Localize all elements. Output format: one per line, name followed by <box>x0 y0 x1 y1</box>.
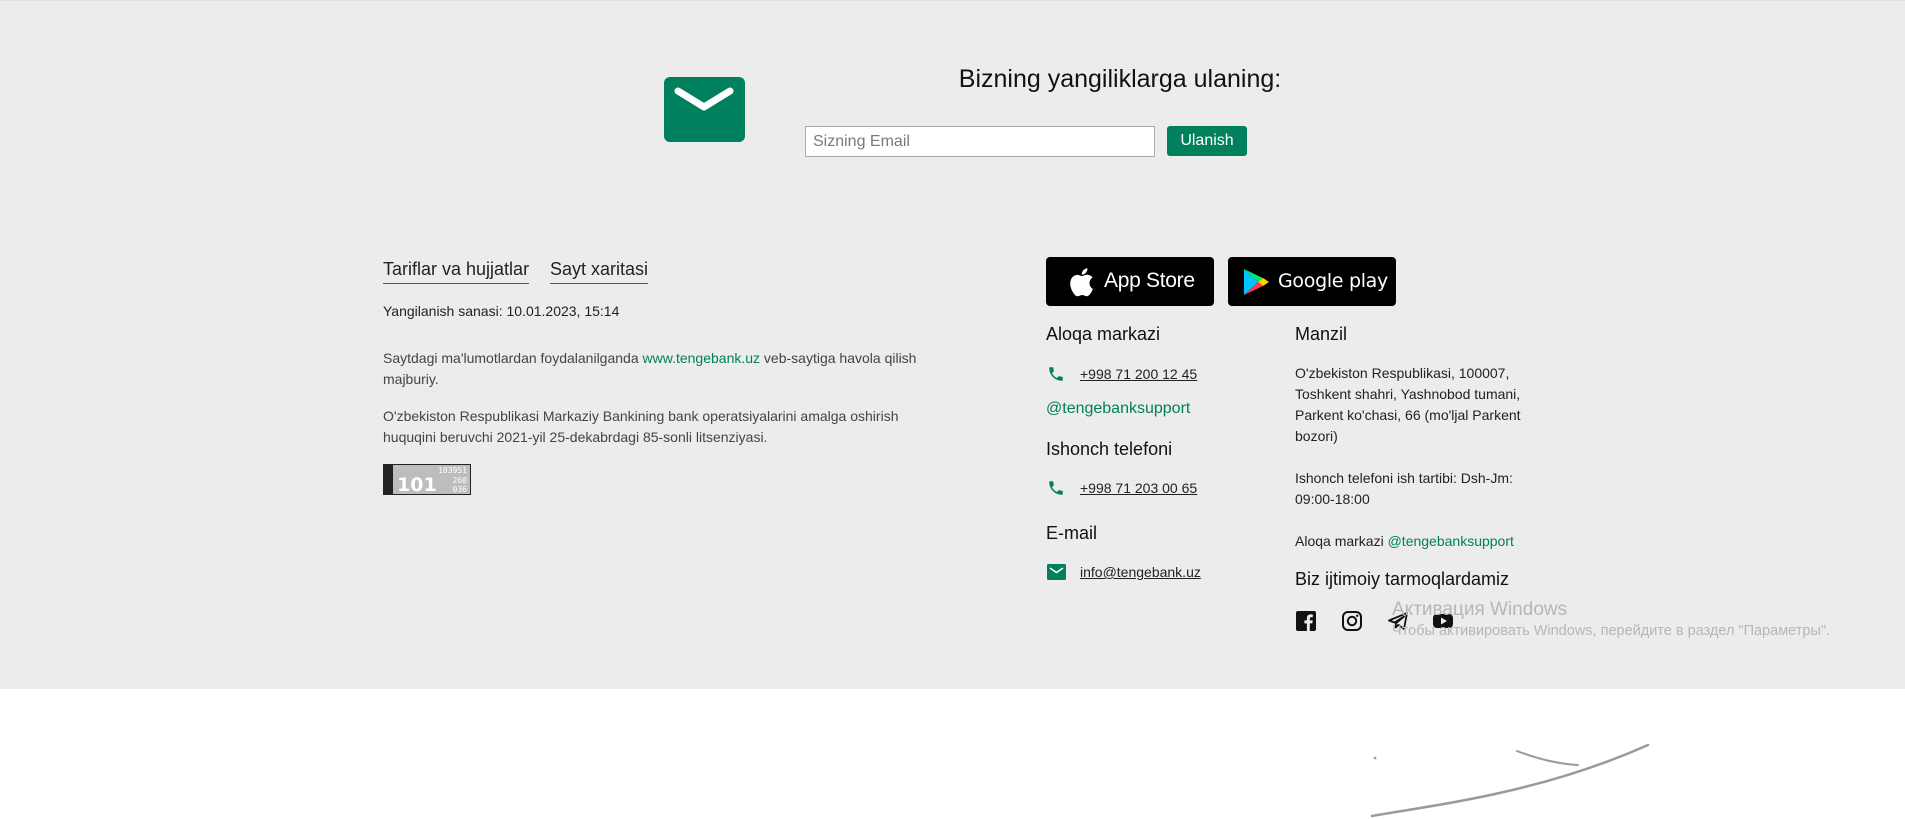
counter-bot: 036 <box>452 485 467 494</box>
app-store-label: App Store <box>1104 269 1195 292</box>
trust-phone-hours: Ishonch telefoni ish tartibi: Dsh-Jm: 09… <box>1295 470 1513 507</box>
envelope-icon <box>664 77 745 142</box>
activation-title: Активация Windows <box>1392 599 1568 620</box>
site-footer: Bizning yangiliklarga ulaning: Ulanish T… <box>0 0 1905 689</box>
counter-bar <box>384 465 393 494</box>
sitemap-link[interactable]: Sayt xaritasi <box>550 259 649 284</box>
address-call-center: Aloqa markazi @tengebanksupport <box>1295 531 1525 552</box>
apple-icon <box>1070 268 1093 297</box>
address-title: Manzil <box>1295 324 1348 344</box>
google-play-label: Google play <box>1278 270 1388 292</box>
counter-big-number: 101 <box>397 474 437 496</box>
phone-icon <box>1049 481 1063 495</box>
email-icon <box>1047 564 1066 580</box>
counter-mid: 260 <box>452 476 467 485</box>
google-play-icon <box>1244 269 1269 295</box>
google-play-button[interactable]: Google play <box>1228 257 1396 306</box>
tariffs-link[interactable]: Tariflar va hujjatlar <box>383 259 530 284</box>
call-center-phone[interactable]: +998 71 200 12 45 <box>1080 366 1197 382</box>
social-title: Biz ijtimoiy tarmoqlardamiz <box>1295 569 1510 589</box>
phone-icon <box>1049 367 1063 381</box>
visitor-counter[interactable]: 101 103951 260 036 <box>383 464 471 495</box>
counter-top: 103951 <box>438 466 467 475</box>
email-title: E-mail <box>1046 523 1098 543</box>
activation-subtitle: Чтобы активировать Windows, перейдите в … <box>1392 623 1831 639</box>
app-store-button[interactable]: App Store <box>1046 257 1214 306</box>
usage-notice: Saytdagi ma'lumotlardan foydalanilganda … <box>383 348 943 390</box>
license-text: O'zbekiston Respublikasi Markaziy Bankin… <box>383 408 899 445</box>
support-telegram-link[interactable]: @tengebanksupport <box>1046 400 1190 418</box>
signature-scribble <box>1370 743 1650 818</box>
website-link[interactable]: www.tengebank.uz <box>643 350 761 366</box>
call-center-title: Aloqa markazi <box>1046 324 1161 344</box>
address-support-link[interactable]: @tengebanksupport <box>1388 533 1514 549</box>
newsletter-title: Bizning yangiliklarga ulaning: <box>958 65 1282 93</box>
email-input[interactable] <box>805 126 1155 157</box>
address-text: O'zbekiston Respublikasi, 100007, Toshke… <box>1295 365 1521 444</box>
subscribe-button[interactable]: Ulanish <box>1167 126 1247 156</box>
email-link[interactable]: info@tengebank.uz <box>1080 564 1201 580</box>
facebook-icon[interactable] <box>1295 610 1317 632</box>
windows-activation-watermark: Активация Windows Чтобы активировать Win… <box>1392 599 1830 639</box>
update-date: Yangilanish sanasi: 10.01.2023, 15:14 <box>383 303 620 319</box>
instagram-icon[interactable] <box>1341 610 1363 632</box>
address-call-center-label: Aloqa markazi <box>1295 533 1388 549</box>
trust-phone-number[interactable]: +998 71 203 00 65 <box>1080 480 1197 496</box>
usage-text-before: Saytdagi ma'lumotlardan foydalanilganda <box>383 350 643 366</box>
trust-phone-title: Ishonch telefoni <box>1046 439 1173 459</box>
